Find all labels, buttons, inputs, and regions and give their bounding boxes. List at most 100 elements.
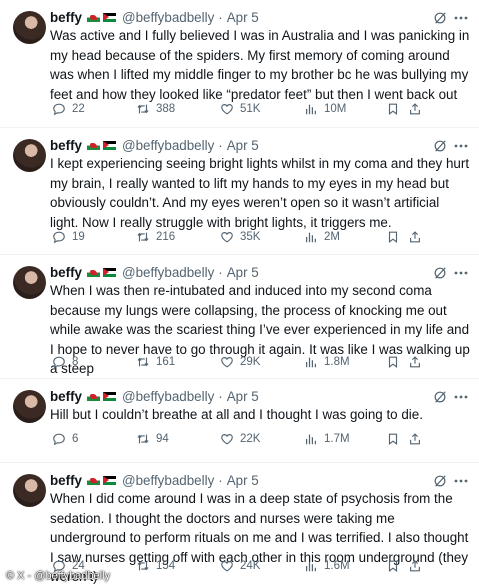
tweet[interactable]: beffy @beffybadbelly · Apr 5 When I was … [0, 255, 479, 378]
tweet-header: beffy @beffybadbelly · Apr 5 [50, 8, 259, 26]
avatar[interactable] [13, 390, 46, 423]
grok-icon[interactable] [433, 139, 447, 153]
reply-count: 19 [72, 231, 85, 243]
avatar[interactable] [13, 139, 46, 172]
separator-dot: · [218, 264, 223, 280]
handle[interactable]: @beffybadbelly [122, 389, 214, 404]
retweet-button[interactable]: 154 [136, 558, 175, 574]
retweet-icon [137, 434, 149, 444]
bookmark-icon [388, 433, 398, 445]
timestamp[interactable]: Apr 5 [227, 265, 259, 280]
grok-icon[interactable] [433, 266, 447, 280]
like-button[interactable]: 24K [220, 558, 260, 574]
views-icon [306, 561, 316, 572]
bookmark-button[interactable] [386, 229, 400, 245]
heart-icon [221, 104, 233, 115]
more-options-icon[interactable] [453, 473, 469, 489]
like-button[interactable]: 35K [220, 229, 260, 245]
avatar[interactable] [13, 266, 46, 299]
retweet-button[interactable]: 161 [136, 354, 175, 370]
timestamp[interactable]: Apr 5 [227, 10, 259, 25]
display-name[interactable]: beffy [50, 389, 82, 404]
display-name[interactable]: beffy [50, 138, 82, 153]
retweet-icon [137, 232, 149, 242]
timestamp[interactable]: Apr 5 [227, 389, 259, 404]
heart-icon [221, 232, 233, 243]
views-button[interactable]: 1.7M [304, 431, 350, 447]
avatar[interactable] [13, 474, 46, 507]
retweet-icon [137, 561, 149, 571]
tweet-text: Hill but I couldn’t breathe at all and I… [50, 407, 423, 422]
tweet[interactable]: beffy @beffybadbelly · Apr 5 Was active … [0, 0, 479, 127]
share-icon [410, 231, 420, 243]
share-button[interactable] [408, 229, 422, 245]
views-count: 1.8M [324, 356, 350, 368]
action-bar: 19 216 35K 2M [52, 229, 472, 245]
palestine-flag-icon [103, 391, 116, 401]
bookmark-button[interactable] [386, 354, 400, 370]
views-button[interactable]: 1.6M [304, 558, 350, 574]
bookmark-icon [388, 356, 398, 368]
tweet[interactable]: beffy @beffybadbelly · Apr 5 Hill but I … [0, 379, 479, 462]
like-count: 22K [240, 433, 261, 445]
retweet-count: 154 [156, 560, 176, 572]
share-icon [410, 103, 420, 115]
display-name[interactable]: beffy [50, 265, 82, 280]
tweet[interactable]: beffy @beffybadbelly · Apr 5 I kept expe… [0, 128, 479, 254]
separator-dot: · [218, 472, 223, 488]
display-name[interactable]: beffy [50, 10, 82, 25]
reply-button[interactable]: 8 [52, 354, 78, 370]
like-count: 51K [240, 103, 261, 115]
views-button[interactable]: 2M [304, 229, 340, 245]
bookmark-button[interactable] [386, 558, 400, 574]
tweet-text: Was active and I fully believed I was in… [50, 28, 470, 102]
image-credit: © X - @beffybadbelly [6, 570, 111, 582]
timestamp[interactable]: Apr 5 [227, 138, 259, 153]
share-button[interactable] [408, 431, 422, 447]
bookmark-button[interactable] [386, 101, 400, 117]
reply-icon [53, 103, 65, 116]
retweet-button[interactable]: 94 [136, 431, 169, 447]
bookmark-button[interactable] [386, 431, 400, 447]
like-button[interactable]: 22K [220, 431, 260, 447]
retweet-count: 161 [156, 356, 176, 368]
reply-count: 22 [72, 103, 85, 115]
handle[interactable]: @beffybadbelly [122, 138, 214, 153]
action-bar: 24 154 24K 1.6M [52, 558, 472, 574]
like-button[interactable]: 29K [220, 354, 260, 370]
retweet-button[interactable]: 216 [136, 229, 175, 245]
share-button[interactable] [408, 101, 422, 117]
grok-icon[interactable] [433, 390, 447, 404]
more-options-icon[interactable] [453, 10, 469, 26]
retweet-count: 388 [156, 103, 176, 115]
tweet[interactable]: beffy @beffybadbelly · Apr 5 When I did … [0, 463, 479, 586]
handle[interactable]: @beffybadbelly [122, 265, 214, 280]
action-bar: 22 388 51K 10M [52, 101, 472, 117]
reply-button[interactable]: 19 [52, 229, 85, 245]
display-name[interactable]: beffy [50, 473, 82, 488]
more-options-icon[interactable] [453, 138, 469, 154]
wales-flag-icon [87, 475, 100, 485]
bookmark-icon [388, 103, 398, 115]
reply-button[interactable]: 6 [52, 431, 78, 447]
tweet-header: beffy @beffybadbelly · Apr 5 [50, 263, 259, 281]
reply-button[interactable]: 22 [52, 101, 85, 117]
grok-icon[interactable] [433, 11, 447, 25]
like-button[interactable]: 51K [220, 101, 260, 117]
bookmark-icon [388, 231, 398, 243]
views-button[interactable]: 1.8M [304, 354, 350, 370]
retweet-button[interactable]: 388 [136, 101, 175, 117]
more-options-icon[interactable] [453, 265, 469, 281]
avatar[interactable] [13, 11, 46, 44]
share-button[interactable] [408, 354, 422, 370]
more-options-icon[interactable] [453, 389, 469, 405]
timestamp[interactable]: Apr 5 [227, 473, 259, 488]
grok-icon[interactable] [433, 474, 447, 488]
handle[interactable]: @beffybadbelly [122, 10, 214, 25]
views-button[interactable]: 10M [304, 101, 346, 117]
tweet-text: I kept experiencing seeing bright lights… [50, 156, 470, 230]
share-button[interactable] [408, 558, 422, 574]
action-bar: 8 161 29K 1.8M [52, 354, 472, 370]
reply-count: 8 [72, 356, 79, 368]
handle[interactable]: @beffybadbelly [122, 473, 214, 488]
